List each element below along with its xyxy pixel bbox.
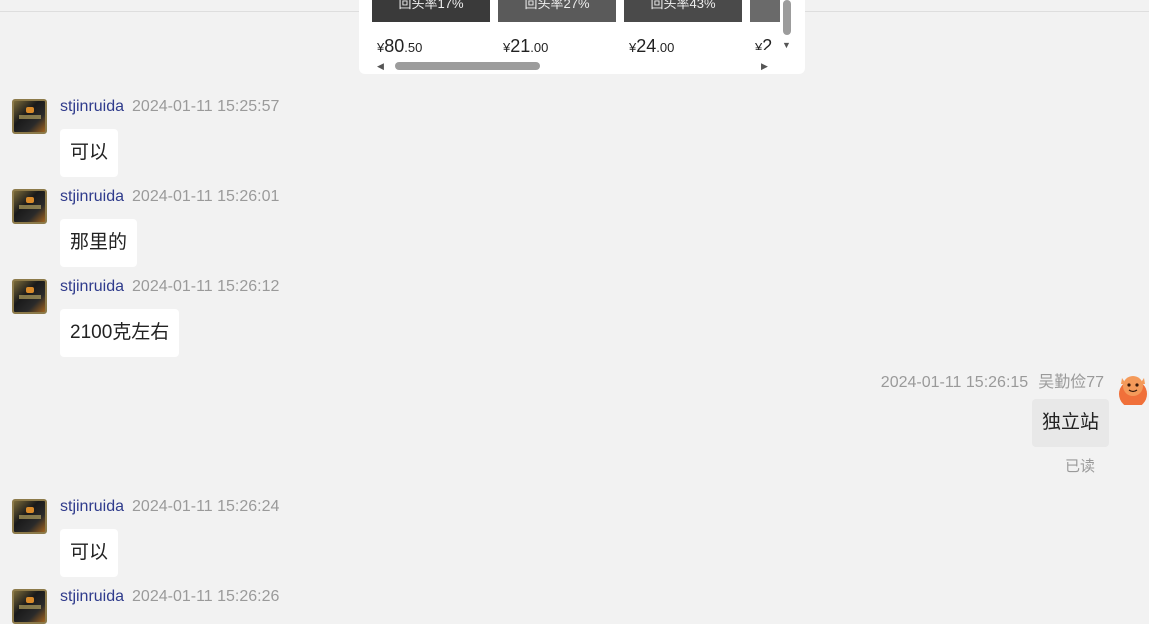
scrollbar-thumb[interactable] — [395, 62, 540, 70]
sender-name[interactable]: stjinruida — [60, 188, 124, 205]
sender-name[interactable]: stjinruida — [60, 498, 124, 515]
scrollbar-thumb[interactable] — [783, 0, 791, 35]
product-card[interactable]: 回头率17% ¥80.50 回头率27% ¥21.00 回头率43% ¥24.0… — [359, 0, 805, 74]
sender-name[interactable]: stjinruida — [60, 588, 124, 605]
message-meta: stjinruida 2024-01-11 15:26:12 — [60, 278, 279, 296]
self-message-bubble[interactable]: 独立站 — [1032, 399, 1110, 447]
repurchase-rate-badge: 回头率17% — [398, 0, 464, 11]
message-time: 2024-01-11 15:26:01 — [132, 188, 280, 205]
product-item[interactable]: ¥2. — [750, 0, 780, 50]
sender-name[interactable]: stjinruida — [60, 278, 124, 295]
message-meta: stjinruida 2024-01-11 15:26:26 — [60, 588, 279, 606]
product-item[interactable]: 回头率27% ¥21.00 — [498, 0, 616, 56]
read-status: 已读 — [1065, 458, 1096, 475]
horizontal-scrollbar[interactable]: ◀ ▶ — [373, 60, 771, 72]
message-time: 2024-01-11 15:25:57 — [132, 98, 280, 115]
message-time: 2024-01-11 15:26:15 — [880, 374, 1029, 391]
message-meta: stjinruida 2024-01-11 15:25:57 — [60, 98, 279, 116]
user-avatar[interactable] — [12, 499, 47, 534]
message-bubble[interactable]: 2100克左右 — [60, 309, 180, 357]
product-price: ¥24.00 — [629, 36, 675, 56]
sender-name[interactable]: stjinruida — [60, 98, 124, 115]
product-price: ¥21.00 — [503, 36, 549, 56]
user-avatar[interactable] — [12, 589, 47, 624]
product-price: ¥2. — [755, 36, 778, 50]
user-avatar[interactable] — [12, 99, 47, 134]
message-bubble[interactable]: 可以 — [60, 529, 119, 577]
sender-name: 吴勤俭77 — [1038, 374, 1104, 391]
message-time: 2024-01-11 15:26:12 — [132, 278, 280, 295]
message-meta: stjinruida 2024-01-11 15:26:01 — [60, 188, 279, 206]
product-thumbnail: 回头率27% — [498, 0, 616, 22]
product-thumbnail: 回头率17% — [372, 0, 490, 22]
self-avatar-cartoon-icon[interactable] — [1116, 370, 1149, 405]
message-bubble[interactable]: 可以 — [60, 129, 119, 177]
product-price: ¥80.50 — [377, 36, 423, 56]
scroll-right-arrow-icon[interactable]: ▶ — [761, 61, 768, 72]
repurchase-rate-badge: 回头率27% — [524, 0, 590, 11]
scroll-left-arrow-icon[interactable]: ◀ — [377, 61, 384, 72]
user-avatar[interactable] — [12, 189, 47, 224]
vertical-scrollbar[interactable]: ▼ — [780, 0, 794, 56]
message-meta: stjinruida 2024-01-11 15:26:24 — [60, 498, 279, 516]
scroll-down-arrow-icon[interactable]: ▼ — [782, 40, 791, 50]
message-time: 2024-01-11 15:26:26 — [132, 588, 280, 605]
repurchase-rate-badge: 回头率43% — [650, 0, 716, 11]
message-bubble[interactable]: 那里的 — [60, 219, 138, 267]
product-thumbnail: 回头率43% — [624, 0, 742, 22]
product-item[interactable]: 回头率17% ¥80.50 — [372, 0, 490, 56]
message-time: 2024-01-11 15:26:24 — [132, 498, 280, 515]
product-thumbnail — [750, 0, 780, 22]
product-item[interactable]: 回头率43% ¥24.00 — [624, 0, 742, 56]
self-message-meta: 2024-01-11 15:26:15 吴勤俭77 — [881, 368, 1104, 392]
user-avatar[interactable] — [12, 279, 47, 314]
